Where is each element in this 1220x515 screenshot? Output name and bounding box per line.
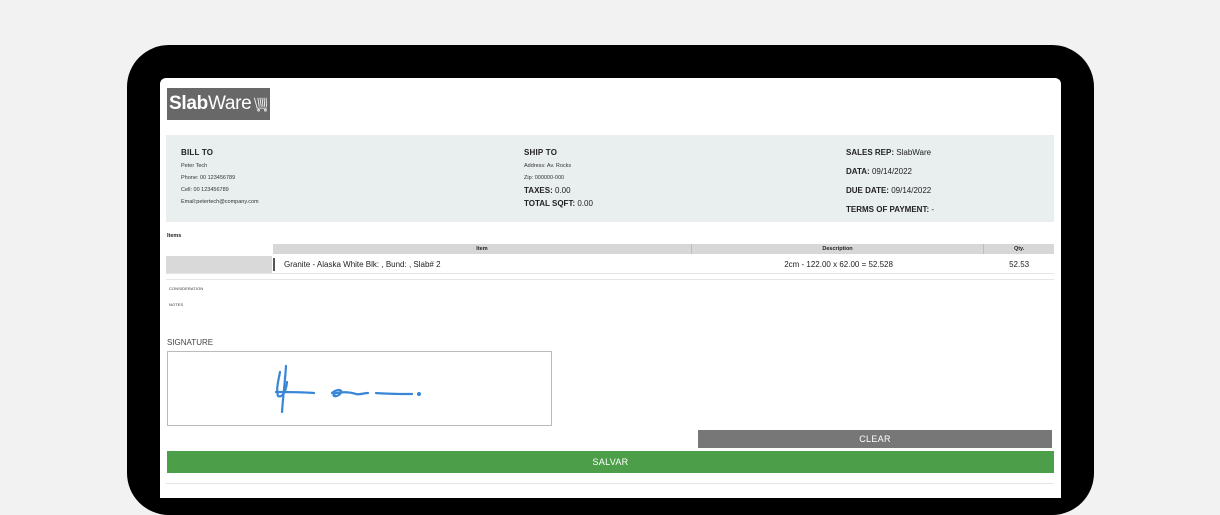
bill-to-title: BILL TO: [181, 148, 259, 157]
bill-to-email: Email:petertech@company.com: [181, 196, 259, 208]
clear-button[interactable]: CLEAR: [698, 430, 1052, 448]
total-sqft-line: TOTAL SQFT: 0.00: [524, 197, 593, 210]
bill-to-cell: Cell: 00 123456789: [181, 184, 259, 196]
consideration-label: CONSIDERATION: [169, 286, 203, 291]
slabware-logo: SlabWare: [167, 88, 270, 120]
cell-description: 2cm - 122.00 x 62.00 = 52.528: [693, 260, 984, 269]
table-row[interactable]: Granite - Alaska White Blk: , Bund: , Sl…: [273, 256, 1054, 273]
save-button[interactable]: SALVAR: [167, 451, 1054, 473]
ship-to-zip: Zip: 000000-000: [524, 172, 593, 184]
sales-rep-line: SALES REP: SlabWare: [846, 143, 934, 162]
cell-qty: 52.53: [984, 260, 1054, 269]
total-sqft-value: 0.00: [577, 199, 593, 208]
due-date-value: 09/14/2022: [891, 186, 931, 195]
data-line: DATA: 09/14/2022: [846, 162, 934, 181]
ship-to-title: SHIP TO: [524, 148, 593, 157]
items-title: Items: [167, 233, 181, 239]
sales-rep-label: SALES REP:: [846, 148, 894, 157]
taxes-label: TAXES:: [524, 186, 553, 195]
signature-label: SIGNATURE: [167, 338, 213, 347]
signature-pad[interactable]: [167, 351, 552, 426]
bill-to-name: Peter Tech: [181, 160, 259, 172]
ship-to-section: SHIP TO Address: Av. Rocks Zip: 000000-0…: [524, 148, 593, 210]
data-label: DATA:: [846, 167, 870, 176]
sales-section: SALES REP: SlabWare DATA: 09/14/2022 DUE…: [846, 143, 934, 219]
data-value: 09/14/2022: [872, 167, 912, 176]
divider: [166, 483, 1054, 484]
terms-line: TERMS OF PAYMENT: -: [846, 200, 934, 219]
bill-to-phone: Phone: 00 123456789: [181, 172, 259, 184]
taxes-value: 0.00: [555, 186, 571, 195]
logo-text-light: Ware: [208, 93, 252, 115]
bill-to-section: BILL TO Peter Tech Phone: 00 123456789 C…: [181, 148, 259, 208]
logo-text-bold: Slab: [169, 93, 208, 115]
ship-to-address: Address: Av. Rocks: [524, 160, 593, 172]
items-table-header: Item Description Qty.: [273, 244, 1054, 254]
cell-item: Granite - Alaska White Blk: , Bund: , Sl…: [273, 258, 693, 271]
total-sqft-label: TOTAL SQFT:: [524, 199, 575, 208]
divider: [166, 273, 1054, 274]
invoice-info-panel: BILL TO Peter Tech Phone: 00 123456789 C…: [166, 135, 1054, 222]
sales-rep-value: SlabWare: [896, 148, 931, 157]
row-selector[interactable]: [166, 256, 272, 273]
terms-label: TERMS OF PAYMENT:: [846, 205, 929, 214]
column-header-item[interactable]: Item: [273, 244, 692, 254]
invoice-page: SlabWare BILL TO Peter Tech Phone: 00: [166, 78, 1054, 498]
column-header-description[interactable]: Description: [692, 244, 984, 254]
cart-icon: [253, 92, 270, 116]
taxes-line: TAXES: 0.00: [524, 184, 593, 197]
screen: SlabWare BILL TO Peter Tech Phone: 00: [160, 78, 1061, 498]
notes-label: NOTES: [169, 302, 183, 307]
divider: [166, 279, 1054, 280]
due-date-label: DUE DATE:: [846, 186, 889, 195]
signature-drawing: [168, 352, 551, 425]
column-header-qty[interactable]: Qty.: [984, 244, 1054, 254]
terms-value: -: [931, 205, 934, 214]
due-date-line: DUE DATE: 09/14/2022: [846, 181, 934, 200]
